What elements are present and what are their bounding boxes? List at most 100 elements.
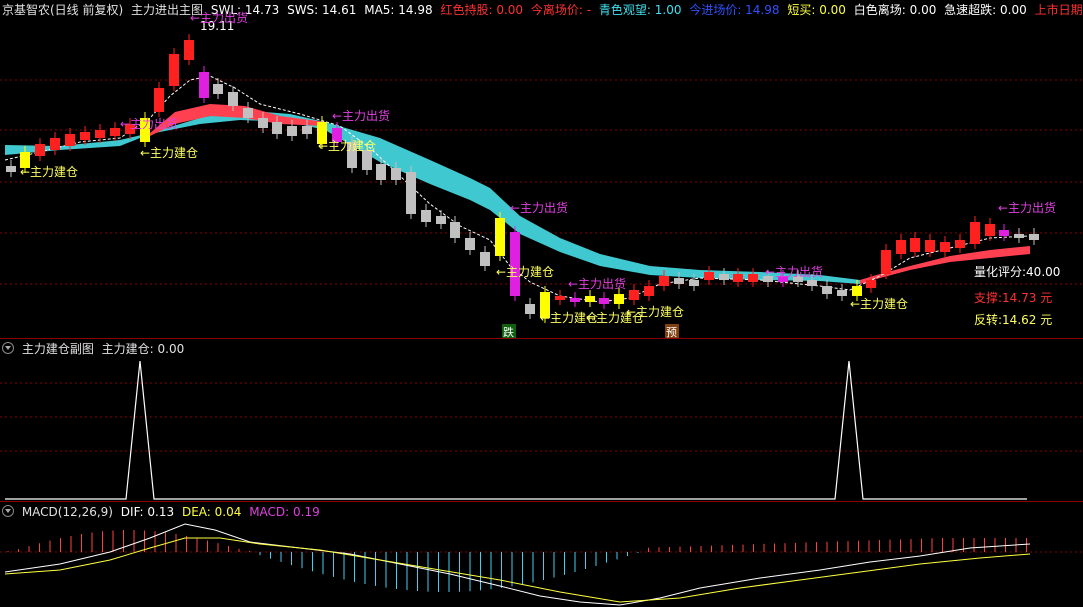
candle (213, 84, 223, 94)
candle (837, 290, 847, 296)
candle (999, 230, 1009, 236)
collapse-icon[interactable] (2, 342, 14, 354)
candle (644, 286, 654, 296)
candle (199, 72, 209, 98)
score-label: 量化评分:40.00 (974, 265, 1060, 279)
ship-label-peak: ←主力出货 (190, 10, 248, 25)
candle (585, 296, 595, 302)
candle (555, 296, 565, 300)
candle (495, 218, 505, 256)
candle (169, 54, 179, 86)
candlestick-series (6, 34, 1039, 323)
build-subchart-panel: 主力建仓副图 主力建仓: 0.00 (0, 339, 1083, 501)
candle (436, 216, 446, 224)
macd-header: MACD(12,26,9) DIF: 0.13 DEA: 0.04 MACD: … (2, 504, 324, 520)
collapse-icon[interactable] (2, 505, 14, 517)
candle (450, 222, 460, 238)
candle (50, 138, 60, 150)
candle (80, 132, 90, 140)
candle (6, 166, 16, 172)
candle (154, 88, 164, 112)
candle (866, 280, 876, 288)
ship-label-1: ←主力出货 (120, 116, 178, 131)
macd-histogram (7, 530, 1027, 592)
dea-line (4, 537, 1031, 603)
candle (228, 92, 238, 106)
candle (302, 126, 312, 134)
die-marker-text: 跌 (503, 325, 514, 338)
macd-dea: DEA: 0.04 (181, 505, 242, 519)
candle (940, 242, 950, 252)
candle (896, 240, 906, 254)
build-label-2: ←主力建仓 (140, 146, 198, 160)
candle (689, 280, 699, 286)
reverse-label: 反转:14.62 元 (974, 312, 1052, 327)
candle (881, 250, 891, 274)
candle (95, 130, 105, 138)
ship-label-2: ←主力出货 (332, 108, 390, 123)
candle (35, 144, 45, 156)
candle (184, 40, 194, 60)
sub1-header: 主力建仓副图 主力建仓: 0.00 (2, 341, 188, 357)
candle (985, 224, 995, 236)
candle (287, 126, 297, 136)
candle (629, 290, 639, 300)
sub1-title[interactable]: 主力建仓副图 (22, 342, 94, 356)
sub1-value: 主力建仓: 0.00 (101, 342, 185, 356)
candle (614, 294, 624, 304)
build-signal-line (5, 360, 1027, 500)
build-label-3: ←主力建仓 (318, 139, 376, 153)
candle (925, 240, 935, 252)
ship-label-4: ←主力出货 (568, 276, 626, 291)
macd-title[interactable]: MACD(12,26,9) (22, 505, 113, 519)
ship-label-6: ←主力出货 (998, 200, 1056, 215)
build-subchart-canvas (0, 360, 1083, 500)
cyan-band (5, 110, 860, 284)
candle (719, 274, 729, 280)
macd-panel: MACD(12,26,9) DIF: 0.13 DEA: 0.04 MACD: … (0, 502, 1083, 607)
build-label-1: ←主力建仓 (20, 165, 78, 179)
candle (65, 134, 75, 146)
candle (110, 128, 120, 136)
candle (421, 210, 431, 222)
candle (1014, 234, 1024, 238)
ship-label-3: ←主力出货 (510, 200, 568, 215)
candle (970, 222, 980, 244)
candle (391, 168, 401, 180)
ship-label-5: ←主力出货 (765, 264, 823, 279)
pre-marker-text: 预 (666, 326, 677, 338)
candle (376, 164, 386, 180)
candle (599, 298, 609, 304)
candle (406, 172, 416, 214)
die-marker: 跌 (502, 324, 516, 338)
candle (465, 238, 475, 250)
candle (955, 240, 965, 248)
candle (480, 252, 490, 266)
dif-line (4, 523, 1031, 606)
candle (362, 150, 372, 170)
pre-marker: 预 (665, 324, 679, 338)
support-label: 支撑:14.73 元 (974, 290, 1052, 305)
candle (822, 286, 832, 294)
candle (243, 108, 253, 118)
candle (510, 232, 520, 296)
candle (852, 286, 862, 296)
candle (272, 122, 282, 134)
macd-dif: DIF: 0.13 (120, 505, 175, 519)
build-label-7: ←主力建仓 (626, 305, 684, 319)
candle (807, 280, 817, 286)
main-chart-panel: 京基智农(日线 前复权) 主力进出主图 SWL: 14.73 SWS: 14.6… (0, 0, 1083, 338)
candle (748, 274, 758, 282)
candle (570, 298, 580, 302)
sub1-grid (0, 382, 1083, 452)
build-label-4: ←主力建仓 (496, 265, 554, 279)
macd-macd: MACD: 0.19 (249, 505, 320, 519)
candle (659, 276, 669, 286)
build-label-8: ←主力建仓 (850, 297, 908, 311)
candle (258, 118, 268, 128)
candle (674, 278, 684, 284)
candle (733, 274, 743, 282)
candle (704, 272, 714, 280)
candle (1029, 234, 1039, 240)
candle (910, 238, 920, 252)
